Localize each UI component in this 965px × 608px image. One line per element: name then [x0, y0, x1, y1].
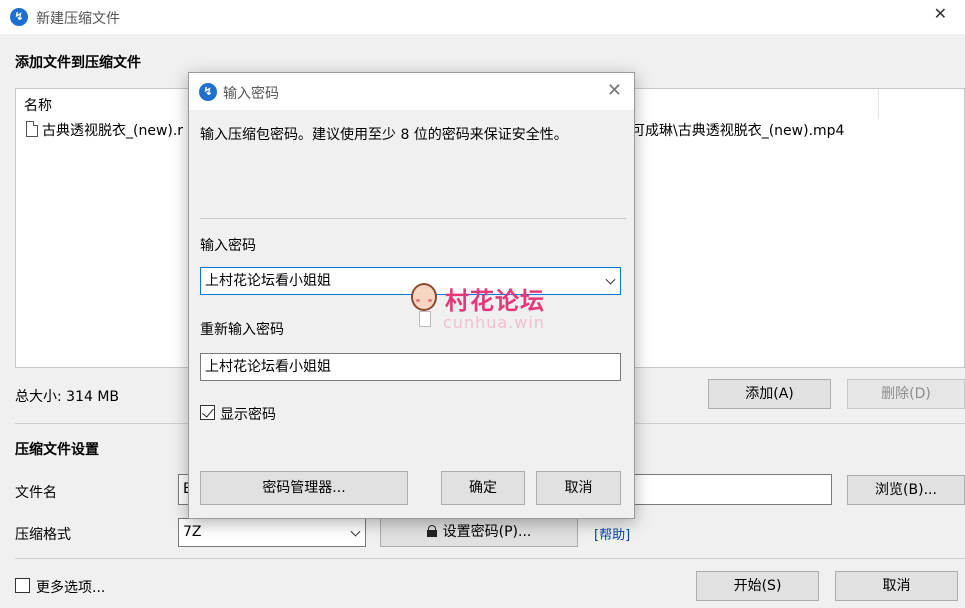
more-options-checkbox[interactable]	[15, 578, 30, 593]
show-password-label[interactable]: 显示密码	[220, 404, 276, 424]
password-hint: 输入压缩包密码。建议使用至少 8 位的密码来保证安全性。	[200, 127, 568, 143]
add-files-section-title: 添加文件到压缩文件	[15, 55, 141, 71]
window-titlebar: ↯ 新建压缩文件 ✕	[0, 0, 965, 34]
browse-button[interactable]: 浏览(B)...	[847, 475, 965, 505]
window-close-icon[interactable]: ✕	[934, 4, 947, 23]
lock-icon	[426, 525, 437, 537]
dialog-title: 输入密码	[223, 86, 279, 102]
column-separator[interactable]	[878, 89, 879, 119]
archive-settings-title: 压缩文件设置	[15, 442, 99, 458]
start-button[interactable]: 开始(S)	[696, 571, 819, 601]
footer-divider	[15, 558, 965, 559]
delete-button[interactable]: 删除(D)	[847, 379, 965, 409]
add-button[interactable]: 添加(A)	[708, 379, 831, 409]
password-history-chevron-icon[interactable]	[605, 274, 616, 285]
dialog-titlebar: ↯ 输入密码 ✕	[189, 73, 634, 110]
app-logo-icon: ↯	[10, 8, 28, 26]
chevron-down-icon	[350, 526, 361, 537]
set-password-button[interactable]: 设置密码(P)...	[380, 517, 578, 547]
reenter-password-input[interactable]: 上村花论坛看小姐姐	[200, 353, 621, 381]
dialog-close-icon[interactable]: ✕	[607, 80, 622, 101]
file-name: 古典透视脱衣_(new).r	[42, 123, 184, 139]
total-size-label: 总大小: 314 MB	[15, 389, 120, 405]
format-select[interactable]: 7Z	[178, 518, 366, 547]
reenter-password-label: 重新输入密码	[200, 322, 284, 338]
password-input-value: 上村花论坛看小姐姐	[205, 273, 331, 289]
help-link[interactable]: [帮助]	[594, 524, 630, 543]
file-path: 可成琳\古典透视脱衣_(new).mp4	[631, 123, 845, 139]
dialog-app-logo-icon: ↯	[199, 83, 217, 101]
window-title: 新建压缩文件	[36, 11, 120, 27]
more-options-label[interactable]: 更多选项...	[36, 577, 105, 597]
watermark: 村花论坛 cunhua.win	[411, 281, 571, 341]
dialog-cancel-button[interactable]: 取消	[536, 471, 621, 505]
watermark-text: 村花论坛	[445, 287, 545, 315]
watermark-figure-body	[419, 311, 431, 327]
password-label: 输入密码	[200, 238, 256, 254]
password-dialog: ↯ 输入密码 ✕ 输入压缩包密码。建议使用至少 8 位的密码来保证安全性。 输入…	[188, 72, 635, 519]
format-label: 压缩格式	[15, 527, 71, 543]
format-select-value: 7Z	[183, 524, 202, 540]
watermark-url: cunhua.win	[443, 313, 545, 332]
password-manager-button[interactable]: 密码管理器...	[200, 471, 408, 505]
file-icon	[26, 121, 38, 137]
dialog-divider	[200, 218, 626, 219]
set-password-label: 设置密码(P)...	[442, 524, 532, 540]
main-cancel-button[interactable]: 取消	[835, 571, 958, 601]
filename-label: 文件名	[15, 485, 57, 501]
show-password-checkbox[interactable]	[200, 405, 215, 420]
watermark-girl-icon	[411, 283, 437, 311]
column-header-name[interactable]: 名称	[24, 95, 52, 115]
ok-button[interactable]: 确定	[441, 471, 525, 505]
